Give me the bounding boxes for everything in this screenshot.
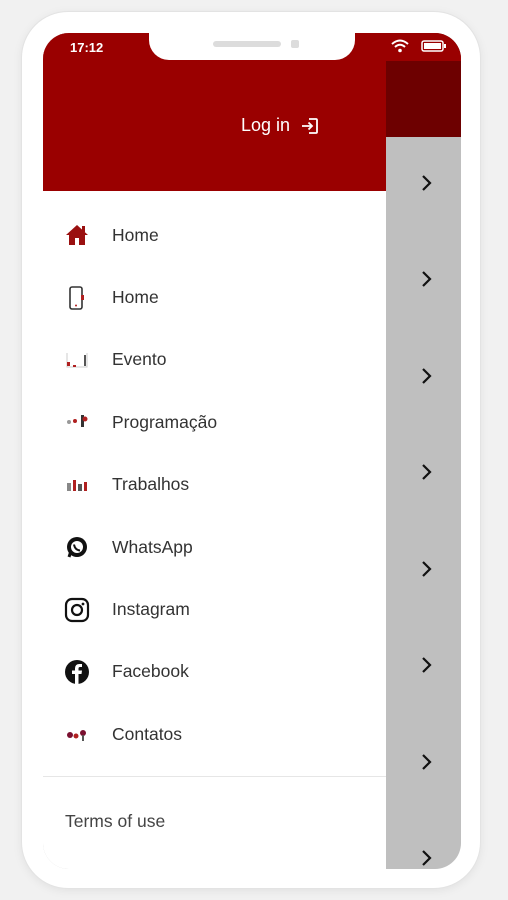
speaker-grille <box>213 41 281 47</box>
menu-item-label: Home <box>112 224 159 245</box>
menu-item-label: Evento <box>112 349 167 370</box>
login-button[interactable]: Log in <box>241 115 320 136</box>
camera-dot <box>291 40 299 48</box>
login-icon <box>302 117 318 134</box>
schedule-icon <box>64 409 90 435</box>
menu-item-trabalhos[interactable]: Trabalhos <box>43 454 386 516</box>
device-screen: 17:12 Log in Home Home Evento Programaçã… <box>43 33 461 869</box>
battery-icon <box>421 40 446 52</box>
event-icon <box>64 347 90 373</box>
chevron-right-icon[interactable] <box>419 655 435 675</box>
status-icons <box>391 39 447 53</box>
menu-item-label: Home <box>112 287 159 308</box>
menu-divider <box>43 776 386 777</box>
chevron-right-icon[interactable] <box>419 173 435 193</box>
login-label: Log in <box>241 115 291 135</box>
chevron-right-icon[interactable] <box>419 559 435 579</box>
instagram-icon <box>64 597 90 623</box>
menu-item-label: Facebook <box>112 661 189 682</box>
menu-item-contatos[interactable]: Contatos <box>43 703 386 765</box>
whatsapp-icon <box>64 534 90 560</box>
contacts-icon <box>64 721 90 747</box>
menu-item-instagram[interactable]: Instagram <box>43 578 386 640</box>
menu-item-programacao[interactable]: Programação <box>43 391 386 453</box>
chevron-right-icon[interactable] <box>419 366 435 386</box>
chevron-right-icon[interactable] <box>419 752 435 772</box>
menu-item-label: Instagram <box>112 599 190 620</box>
terms-of-use-link[interactable]: Terms of use <box>65 811 165 832</box>
chevron-right-icon[interactable] <box>419 848 435 868</box>
works-icon <box>64 472 90 498</box>
drawer-menu: Home Home Evento Programação Trabalhos W… <box>43 204 386 766</box>
chevron-right-icon[interactable] <box>419 462 435 482</box>
menu-item-evento[interactable]: Evento <box>43 329 386 391</box>
menu-item-label: Trabalhos <box>112 474 190 495</box>
menu-item-home-2[interactable]: Home <box>43 266 386 328</box>
chevron-right-icon[interactable] <box>419 269 435 289</box>
navigation-drawer: Log in Home Home Evento Programação Trab… <box>43 33 386 869</box>
menu-item-whatsapp[interactable]: WhatsApp <box>43 516 386 578</box>
menu-item-label: WhatsApp <box>112 536 193 557</box>
menu-item-home[interactable]: Home <box>43 204 386 266</box>
menu-item-label: Programação <box>112 411 218 432</box>
menu-item-facebook[interactable]: Facebook <box>43 641 386 703</box>
wifi-icon <box>391 39 409 53</box>
status-time: 17:12 <box>70 40 104 55</box>
facebook-icon <box>64 659 90 685</box>
menu-item-label: Contatos <box>112 723 183 744</box>
device-notch <box>149 33 355 60</box>
phone-icon <box>64 285 90 311</box>
home-icon <box>64 222 90 248</box>
